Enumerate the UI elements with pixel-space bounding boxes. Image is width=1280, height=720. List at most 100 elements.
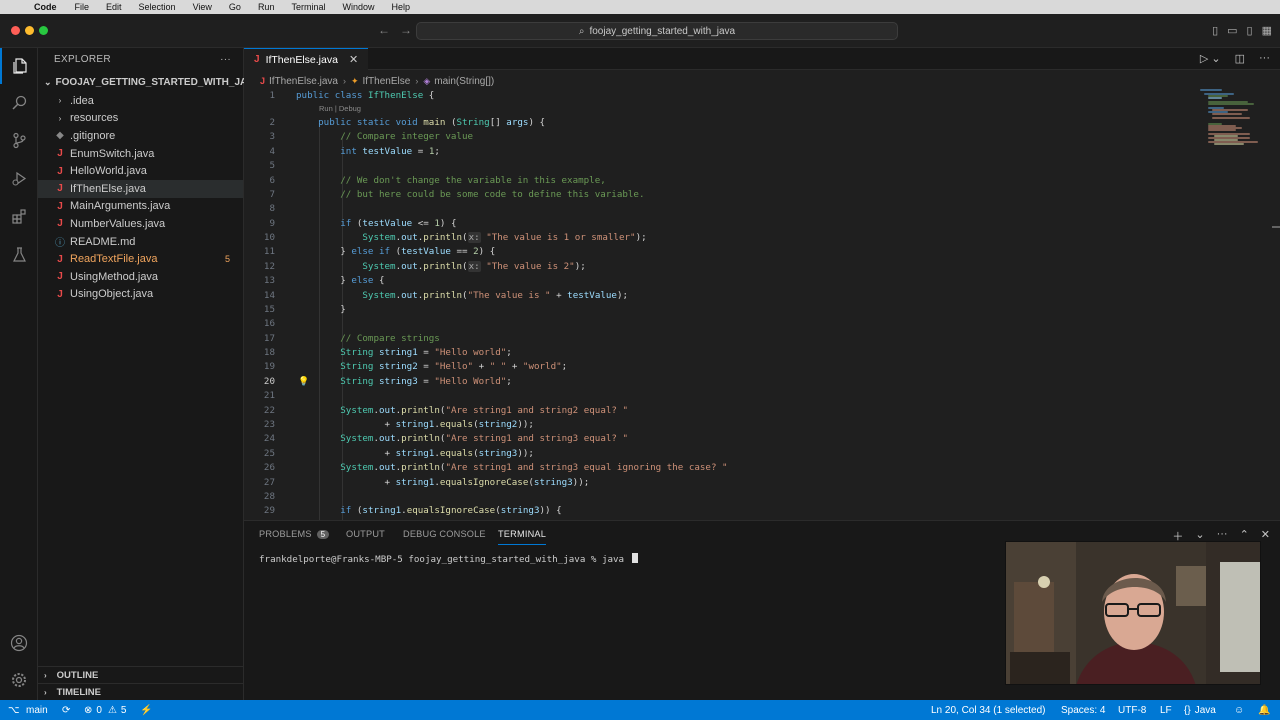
- tab-debug-console[interactable]: DEBUG CONSOLE: [403, 529, 486, 545]
- java-file-icon: J: [57, 288, 63, 300]
- tab-terminal-label: TERMINAL: [498, 529, 547, 539]
- command-center-search[interactable]: ⌕ foojay_getting_started_with_java: [416, 22, 898, 40]
- git-branch[interactable]: main: [26, 700, 48, 720]
- file-tree-item-label: HelloWorld.java: [70, 165, 147, 178]
- menu-go[interactable]: Go: [221, 2, 250, 12]
- run-java-icon[interactable]: ▷ ⌄: [1200, 52, 1221, 65]
- remote-indicator[interactable]: ⌥: [8, 700, 24, 720]
- code-line: 3 // Compare integer value: [269, 131, 474, 142]
- more-actions-icon[interactable]: ···: [1259, 52, 1270, 65]
- back-arrow-icon[interactable]: ←: [378, 23, 400, 37]
- breadcrumb-file[interactable]: IfThenElse.java: [269, 76, 338, 87]
- file-tree-item-label: resources: [70, 112, 119, 125]
- codelens-run-debug[interactable]: Run | Debug: [319, 104, 361, 113]
- menu-run[interactable]: Run: [250, 2, 284, 12]
- problems-count-badge: 5: [316, 530, 330, 539]
- more-actions-icon[interactable]: ···: [220, 54, 231, 65]
- terminal-output[interactable]: frankdelporte@Franks-MBP-5 foojay_gettin…: [259, 553, 638, 565]
- project-name: FOOJAY_GETTING_STARTED_WITH_JAVA: [55, 76, 260, 88]
- chevron-right-icon: ›: [58, 113, 62, 123]
- menu-selection[interactable]: Selection: [131, 2, 185, 12]
- testing-flask-icon[interactable]: [0, 236, 38, 272]
- sync-button[interactable]: ⟳: [62, 700, 70, 720]
- code-line: 2 public static void main (String[] args…: [269, 117, 546, 128]
- close-panel-icon[interactable]: ✕: [1261, 528, 1270, 544]
- webcam-presenter-image: [1006, 542, 1260, 684]
- file-tree-item[interactable]: J UsingObject.java: [38, 286, 243, 304]
- language-mode[interactable]: {} Java: [1184, 700, 1216, 720]
- code-editor[interactable]: Run | Debug 1 public class IfThenElse { 2…: [244, 89, 1184, 520]
- problems-indicator[interactable]: ⊗ 0 ⚠ 5: [84, 700, 126, 720]
- code-line: 14 System.out.println("The value is " + …: [263, 289, 629, 301]
- split-editor-icon[interactable]: ◫: [1235, 52, 1245, 65]
- settings-gear-icon[interactable]: [0, 662, 38, 698]
- end-of-line[interactable]: LF: [1160, 700, 1172, 720]
- menu-file[interactable]: File: [67, 2, 99, 12]
- breadcrumb-class[interactable]: IfThenElse: [363, 76, 411, 87]
- file-tree-item[interactable]: J EnumSwitch.java: [38, 145, 243, 163]
- file-tree: › .idea › resources ◆ .gitignore J EnumSwitch.j…: [38, 92, 243, 303]
- file-tree-item[interactable]: J ReadTextFile.java 5: [38, 250, 243, 268]
- notifications-button[interactable]: 🔔: [1258, 700, 1270, 720]
- file-tree-item[interactable]: ◆ .gitignore: [38, 127, 243, 145]
- close-icon[interactable]: ✕: [349, 53, 358, 66]
- file-tree-item[interactable]: J NumberValues.java: [38, 215, 243, 233]
- file-tree-item-label: ReadTextFile.java: [70, 253, 158, 266]
- extensions-icon[interactable]: [0, 198, 38, 234]
- tab-terminal[interactable]: TERMINAL: [498, 529, 547, 545]
- file-tree-item[interactable]: › .idea: [38, 92, 243, 110]
- scrollbar-cursor-marker: [1272, 226, 1280, 228]
- code-line: 26 System.out.println("Are string1 and s…: [263, 462, 728, 473]
- java-file-icon: J: [57, 253, 63, 265]
- toggle-sidebar-icon[interactable]: ▯: [1212, 24, 1218, 37]
- menu-edit[interactable]: Edit: [98, 2, 131, 12]
- project-folder-header[interactable]: ⌄ FOOJAY_GETTING_STARTED_WITH_JAVA: [38, 72, 260, 92]
- indentation[interactable]: Spaces: 4: [1061, 700, 1105, 720]
- menu-terminal[interactable]: Terminal: [283, 2, 334, 12]
- tab-output-label: OUTPUT: [346, 529, 385, 539]
- menu-view[interactable]: View: [185, 2, 221, 12]
- file-tree-item-label: .gitignore: [70, 129, 116, 142]
- encoding[interactable]: UTF-8: [1118, 700, 1146, 720]
- explorer-files-icon[interactable]: [0, 48, 38, 84]
- tab-problems[interactable]: PROBLEMS 5: [259, 529, 330, 545]
- file-tree-item-label: README.md: [70, 235, 136, 248]
- file-tree-item-label: .idea: [70, 94, 94, 107]
- search-icon[interactable]: [0, 84, 38, 120]
- terminal-cursor: [631, 553, 638, 563]
- file-tree-item[interactable]: ⓘ README.md: [38, 233, 243, 251]
- account-icon[interactable]: [0, 625, 38, 661]
- ports-indicator[interactable]: ⚡: [140, 700, 152, 720]
- feedback-button[interactable]: ☺: [1234, 700, 1244, 720]
- editor-scrollbar[interactable]: [1272, 89, 1280, 520]
- file-tree-item[interactable]: J HelloWorld.java: [38, 162, 243, 180]
- customize-layout-icon[interactable]: ▦: [1262, 24, 1272, 37]
- file-tree-item[interactable]: J UsingMethod.java: [38, 268, 243, 286]
- breadcrumb-method[interactable]: main(String[]): [434, 76, 494, 87]
- menu-app-name[interactable]: Code: [32, 2, 67, 12]
- command-center-text: foojay_getting_started_with_java: [589, 25, 736, 37]
- menu-window[interactable]: Window: [334, 2, 383, 12]
- maximize-window-button[interactable]: [39, 26, 48, 35]
- outline-section[interactable]: › OUTLINE: [38, 666, 244, 684]
- menu-help[interactable]: Help: [383, 2, 419, 12]
- run-debug-icon[interactable]: [0, 160, 38, 196]
- toggle-secondary-sidebar-icon[interactable]: ▯: [1247, 24, 1253, 37]
- java-file-icon: J: [57, 218, 63, 230]
- source-control-icon[interactable]: [0, 122, 38, 158]
- error-count: 0: [96, 704, 102, 716]
- java-file-icon: J: [57, 148, 63, 160]
- file-tree-item[interactable]: J MainArguments.java: [38, 198, 243, 216]
- cursor-position[interactable]: Ln 20, Col 34 (1 selected): [931, 700, 1046, 720]
- minimap[interactable]: [1192, 89, 1272, 149]
- status-bar: ⌥ main ⟳ ⊗ 0 ⚠ 5 ⚡ Ln 20, Col 34 (1 select…: [0, 700, 1280, 720]
- tab-ifthenelse[interactable]: J IfThenElse.java ✕: [244, 48, 368, 70]
- close-window-button[interactable]: [11, 26, 20, 35]
- tab-output[interactable]: OUTPUT: [346, 529, 385, 545]
- minimize-window-button[interactable]: [25, 26, 34, 35]
- file-tree-item-label: UsingMethod.java: [70, 270, 159, 283]
- file-tree-item[interactable]: J IfThenElse.java: [38, 179, 243, 198]
- timeline-section[interactable]: › TIMELINE: [38, 683, 244, 701]
- file-tree-item[interactable]: › resources: [38, 110, 243, 128]
- toggle-panel-icon[interactable]: ▭: [1227, 24, 1237, 37]
